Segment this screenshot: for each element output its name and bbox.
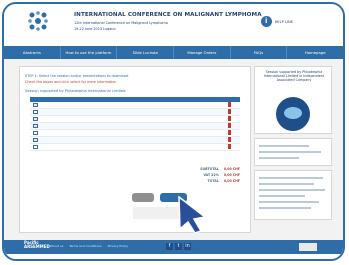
table-row bbox=[30, 130, 240, 137]
info-marker-icon[interactable] bbox=[228, 130, 231, 135]
sponsor-box[interactable]: Session supported by Philadelphia Intern… bbox=[254, 66, 332, 134]
sponsor-logo-icon bbox=[276, 97, 310, 131]
nav-item-slide-lucinda[interactable]: Slide Lucinda bbox=[117, 46, 175, 59]
site-footer: Pacific ARSEMMED About us Terms and Cond… bbox=[4, 240, 343, 259]
session-label: Session supported by Philadelphia Intern… bbox=[25, 89, 126, 93]
row-checkbox[interactable] bbox=[33, 138, 38, 142]
order-panel: STEP 1: Select the session and/or presen… bbox=[19, 66, 251, 234]
info-marker-icon[interactable] bbox=[228, 123, 231, 128]
help-line-label: HELP LINE bbox=[274, 19, 293, 24]
help-line-button[interactable]: i HELP LINE bbox=[260, 16, 293, 27]
footer-bar: Pacific ARSEMMED About us Terms and Cond… bbox=[4, 240, 343, 254]
page-title: INTERNATIONAL CONFERENCE ON MALIGNANT LY… bbox=[74, 12, 262, 18]
main-nav: Abstracts How to use the platform Slide … bbox=[4, 46, 343, 59]
vat-label: VAT 22% bbox=[203, 173, 219, 177]
info-marker-icon[interactable] bbox=[228, 137, 231, 142]
total-label: TOTAL bbox=[207, 179, 219, 183]
table-row bbox=[30, 137, 240, 144]
total-value: 0,00 CHF bbox=[223, 179, 240, 183]
pointer-cursor-icon bbox=[178, 195, 207, 234]
browser-frame: INTERNATIONAL CONFERENCE ON MALIGNANT LY… bbox=[2, 2, 345, 261]
sponsor-text: Session supported by Philadelphia Intern… bbox=[263, 70, 325, 82]
info-marker-icon[interactable] bbox=[228, 144, 231, 149]
nav-item-faqs[interactable]: FAQs bbox=[231, 46, 288, 59]
info-marker-icon[interactable] bbox=[228, 102, 231, 107]
row-checkbox[interactable] bbox=[33, 103, 38, 107]
site-header: INTERNATIONAL CONFERENCE ON MALIGNANT LY… bbox=[4, 4, 343, 46]
step-instruction: STEP 1: Select the session and/or presen… bbox=[25, 74, 130, 78]
footer-badge bbox=[299, 243, 317, 251]
info-marker-icon[interactable] bbox=[228, 109, 231, 114]
conference-date: 19-22 June 2013 Lugano bbox=[74, 27, 116, 31]
row-checkbox[interactable] bbox=[33, 145, 38, 149]
facebook-icon[interactable]: f bbox=[166, 243, 173, 250]
sidebar-info-box[interactable] bbox=[254, 170, 332, 220]
sidebar-link-box[interactable] bbox=[254, 138, 332, 166]
subtotal-label: SUBTOTAL bbox=[200, 167, 219, 171]
notice-text: Check the boxes and click select for mor… bbox=[25, 80, 117, 84]
info-marker-icon[interactable] bbox=[228, 116, 231, 121]
row-checkbox[interactable] bbox=[33, 124, 38, 128]
linkedin-icon[interactable]: in bbox=[184, 243, 191, 250]
social-links: f t in bbox=[166, 243, 191, 250]
table-row bbox=[30, 109, 240, 116]
nav-item-manage-orders[interactable]: Manage Orders bbox=[174, 46, 231, 59]
vat-value: 0,00 CHF bbox=[223, 173, 240, 177]
sidebar: Session supported by Philadelphia Intern… bbox=[254, 66, 332, 231]
table-row bbox=[30, 123, 240, 130]
nav-item-how-to-use[interactable]: How to use the platform bbox=[61, 46, 118, 59]
table-row bbox=[30, 144, 240, 151]
info-icon: i bbox=[260, 16, 272, 27]
row-checkbox[interactable] bbox=[33, 110, 38, 114]
vat-row: VAT 22% 0,00 CHF bbox=[203, 173, 240, 177]
nav-item-abstracts[interactable]: Abstracts bbox=[4, 46, 61, 59]
footer-link-about[interactable]: About us bbox=[50, 244, 63, 248]
nav-item-homepage[interactable]: Homepage bbox=[287, 46, 343, 59]
footer-link-privacy[interactable]: Privacy Policy bbox=[108, 244, 128, 248]
presentation-table bbox=[30, 97, 240, 151]
row-checkbox[interactable] bbox=[33, 117, 38, 121]
footer-links: About us Terms and Conditions Privacy Po… bbox=[50, 244, 128, 248]
row-checkbox[interactable] bbox=[33, 131, 38, 135]
total-row: TOTAL 0,00 CHF bbox=[208, 179, 241, 183]
table-row bbox=[30, 102, 240, 109]
subtotal-row: SUBTOTAL 0,00 CHF bbox=[200, 167, 240, 171]
subtotal-value: 0,00 CHF bbox=[223, 167, 240, 171]
conference-logo-icon bbox=[28, 11, 48, 31]
table-row bbox=[30, 116, 240, 123]
twitter-icon[interactable]: t bbox=[175, 243, 182, 250]
back-button[interactable] bbox=[132, 193, 154, 202]
footer-logo: Pacific ARSEMMED bbox=[24, 240, 50, 249]
page-subtitle: 12th International Conference on Maligna… bbox=[74, 21, 168, 25]
footer-link-terms[interactable]: Terms and Conditions bbox=[69, 244, 101, 248]
